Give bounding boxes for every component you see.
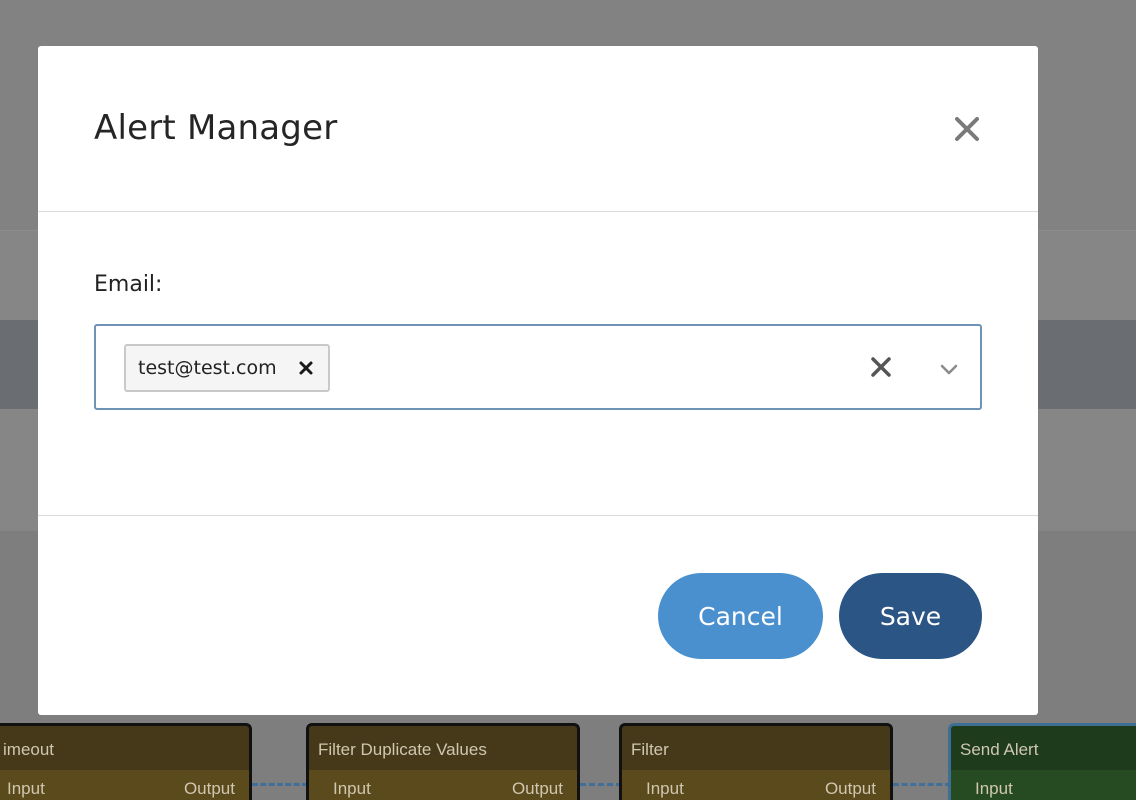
node-output-port[interactable]: Output <box>512 779 563 799</box>
node-input-port[interactable]: Input <box>333 779 371 799</box>
node-ports: Input <box>951 770 1136 800</box>
save-button[interactable]: Save <box>839 573 982 659</box>
chevron-down-icon[interactable] <box>940 361 958 375</box>
node-ports: Input Output <box>622 770 890 800</box>
email-chip-label: test@test.com <box>138 357 277 379</box>
workflow-node-filter[interactable]: Filter Input Output <box>619 723 893 800</box>
node-input-port[interactable]: Input <box>646 779 684 799</box>
node-input-port[interactable]: Input <box>7 779 45 799</box>
footer-divider <box>38 515 1038 516</box>
workflow-node-timeout[interactable]: imeout Input Output <box>0 723 252 800</box>
node-connector <box>893 783 951 786</box>
node-title: Filter <box>631 740 669 759</box>
node-title: Filter Duplicate Values <box>318 740 487 759</box>
node-connector <box>252 783 308 786</box>
cancel-button[interactable]: Cancel <box>658 573 823 659</box>
node-title: imeout <box>3 740 55 759</box>
node-ports: Input Output <box>309 770 577 800</box>
workflow-node-filter-duplicate-values[interactable]: Filter Duplicate Values Input Output <box>306 723 580 800</box>
node-title: Send Alert <box>960 740 1039 759</box>
close-icon[interactable] <box>952 114 982 144</box>
email-multi-select[interactable]: test@test.com <box>94 324 982 410</box>
clear-icon[interactable] <box>870 356 892 378</box>
email-chip: test@test.com <box>124 344 330 392</box>
node-output-port[interactable]: Output <box>184 779 235 799</box>
chip-remove-icon[interactable] <box>298 360 314 376</box>
node-ports: Input Output <box>0 770 249 800</box>
alert-manager-modal: Alert Manager Email: test@test.com Cance… <box>38 46 1038 715</box>
node-output-port[interactable]: Output <box>825 779 876 799</box>
node-connector <box>580 783 622 786</box>
header-divider <box>38 211 1038 212</box>
node-input-port[interactable]: Input <box>975 779 1013 799</box>
email-label: Email: <box>94 272 163 297</box>
modal-title: Alert Manager <box>94 108 338 148</box>
workflow-node-send-alert[interactable]: Send Alert Input <box>948 723 1136 800</box>
